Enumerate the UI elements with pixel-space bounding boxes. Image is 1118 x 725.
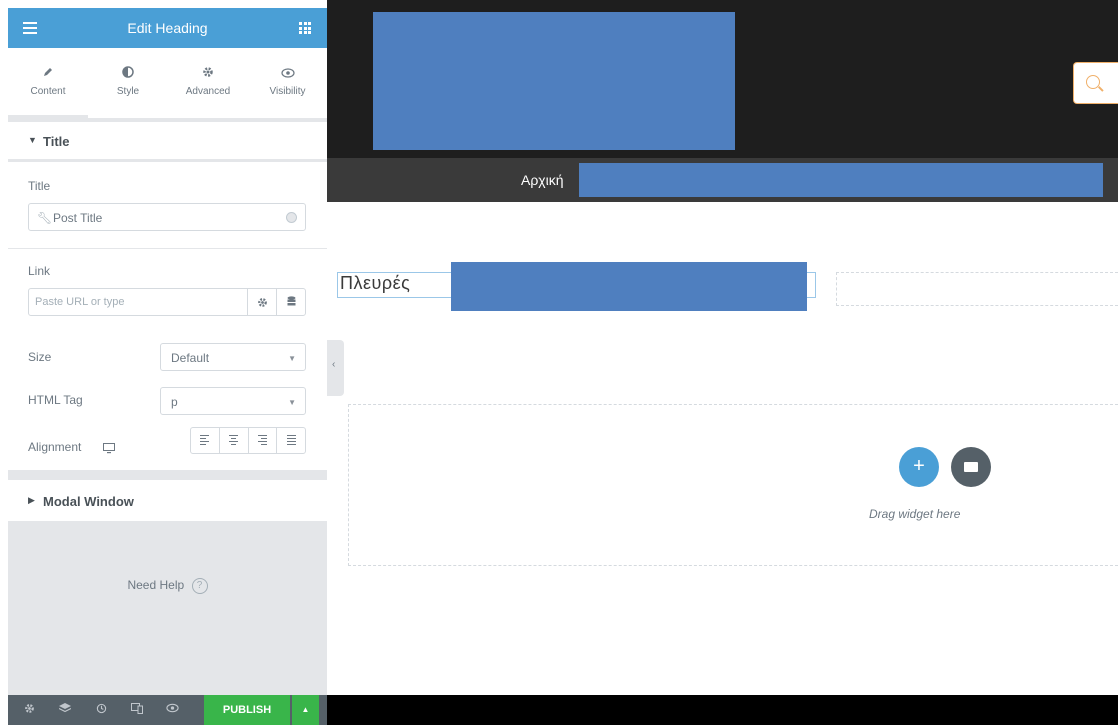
search-icon-handle <box>1098 86 1104 92</box>
align-right-icon <box>257 434 267 447</box>
drop-area-hint: Drag widget here <box>869 507 961 521</box>
empty-column[interactable] <box>836 272 1118 306</box>
align-center-icon <box>229 434 239 447</box>
site-nav: Αρχική <box>327 158 1118 202</box>
link-options-gear-icon[interactable] <box>247 289 276 315</box>
title-section-controls: Title 🔧︎ Post Title Link Paste URL or ty… <box>8 162 327 470</box>
wrench-icon: 🔧︎ <box>37 211 53 225</box>
widgets-grid-icon[interactable] <box>299 22 311 34</box>
title-control-label: Title <box>28 179 51 193</box>
need-help-label: Need Help <box>127 578 185 593</box>
tab-visibility[interactable]: Visibility <box>248 48 327 118</box>
publish-options-button[interactable]: ▲ <box>292 695 319 725</box>
size-control-label: Size <box>28 350 52 364</box>
tab-advanced-label: Advanced <box>185 86 231 97</box>
history-icon[interactable] <box>96 703 107 717</box>
add-section-button[interactable]: + <box>899 447 939 487</box>
divider <box>8 248 327 249</box>
tab-content-label: Content <box>30 86 66 97</box>
heading-widget[interactable]: Πλευρές <box>337 262 816 311</box>
settings-gear-icon[interactable] <box>24 703 35 717</box>
site-logo-redacted <box>373 12 735 150</box>
select-caret-icon: ▼ <box>288 398 296 407</box>
heading-text: Πλευρές <box>340 273 411 293</box>
site-footer-bar <box>327 695 1118 725</box>
page-preview: Αρχική Πλευρές ‹ + Drag widget here <box>327 0 1118 725</box>
section-title-label: Title <box>43 134 70 149</box>
align-left-icon <box>200 434 210 447</box>
desktop-icon[interactable] <box>103 441 115 459</box>
html-tag-control-label: HTML Tag <box>28 393 83 407</box>
align-justify-icon <box>286 434 296 447</box>
align-justify-button[interactable] <box>276 428 305 453</box>
align-left-button[interactable] <box>191 428 219 453</box>
editor-panel: Edit Heading Content Style Advanced Visi… <box>8 8 327 725</box>
tab-content[interactable]: Content <box>8 48 88 118</box>
link-input-placeholder: Paste URL or type <box>35 296 125 308</box>
panel-footer: PUBLISH ▲ <box>8 695 327 725</box>
nav-items-redacted <box>579 163 1103 197</box>
link-control-label: Link <box>28 264 51 278</box>
tab-style-label: Style <box>116 86 140 97</box>
widget-drop-area[interactable]: + Drag widget here <box>348 404 1118 566</box>
panel-header: Edit Heading <box>8 8 327 48</box>
publish-button[interactable]: PUBLISH <box>204 695 290 725</box>
align-center-button[interactable] <box>218 428 248 453</box>
alignment-choices <box>190 427 306 454</box>
half-circle-icon <box>88 64 168 84</box>
nav-item-home[interactable]: Αρχική <box>521 172 564 188</box>
help-question-icon: ? <box>191 578 208 594</box>
section-title-toggle[interactable]: ▼ Title <box>8 122 327 160</box>
link-input[interactable]: Paste URL or type <box>28 288 306 316</box>
window-left-edge <box>0 0 8 725</box>
title-input[interactable]: 🔧︎ Post Title <box>28 203 306 231</box>
section-modal-window-label: Modal Window <box>43 494 134 509</box>
panel-tabs: Content Style Advanced Visibility <box>8 48 327 118</box>
section-modal-window-toggle[interactable]: ▶ Modal Window <box>8 480 327 522</box>
tab-style[interactable]: Style <box>88 48 168 118</box>
search-button[interactable] <box>1073 62 1118 104</box>
tab-advanced[interactable]: Advanced <box>168 48 248 118</box>
caret-down-icon: ▼ <box>28 135 37 145</box>
heading-text-redacted <box>451 262 807 311</box>
alignment-control-label: Alignment <box>28 440 82 454</box>
select-caret-icon: ▼ <box>288 354 296 363</box>
pencil-icon <box>8 64 88 84</box>
size-select[interactable]: Default ▼ <box>160 343 306 371</box>
tab-visibility-label: Visibility <box>269 86 306 97</box>
need-help-link[interactable]: Need Help ? <box>8 578 327 594</box>
caret-right-icon: ▶ <box>28 495 35 505</box>
add-template-button[interactable] <box>951 447 991 487</box>
preview-eye-icon[interactable] <box>166 703 179 716</box>
align-right-button[interactable] <box>247 428 277 453</box>
eye-icon <box>248 64 327 84</box>
panel-collapse-toggle[interactable]: ‹ <box>327 340 344 396</box>
chevron-left-icon: ‹ <box>332 359 336 370</box>
site-header <box>327 0 1118 158</box>
gear-icon <box>168 64 248 84</box>
size-select-value: Default <box>171 351 210 365</box>
html-tag-select-value: p <box>171 395 178 409</box>
responsive-mode-icon[interactable] <box>131 703 143 717</box>
html-tag-select[interactable]: p ▼ <box>160 387 306 415</box>
panel-title: Edit Heading <box>127 20 208 36</box>
clear-icon[interactable] <box>286 212 297 223</box>
title-input-value: Post Title <box>53 211 103 225</box>
dynamic-tags-database-icon[interactable] <box>276 289 305 315</box>
navigator-layers-icon[interactable] <box>58 703 72 717</box>
folder-icon <box>964 462 978 472</box>
